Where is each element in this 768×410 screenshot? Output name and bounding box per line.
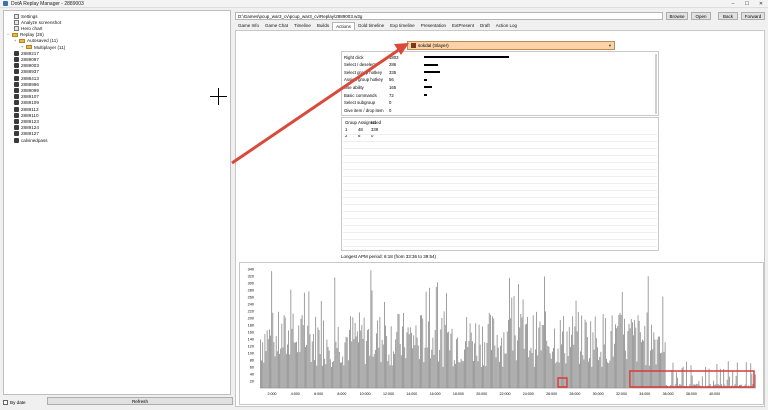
annotation-arrow-line (231, 47, 401, 165)
annotation-arrow-layer (231, 43, 409, 165)
crosshair-cursor-vertical (218, 88, 219, 105)
app-window: DotA Replay Manager - 2889003 – ☐ ✕ Sett… (0, 0, 768, 410)
